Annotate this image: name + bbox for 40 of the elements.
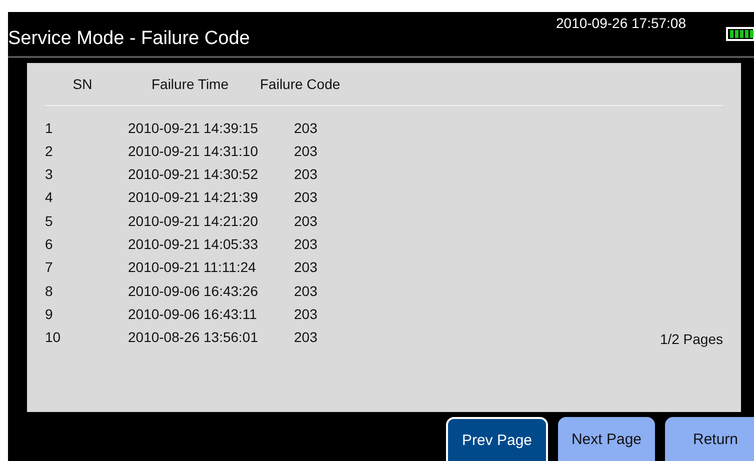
table-cell-text: 2010-09-21 14:30:52 (127, 166, 259, 182)
page-button[interactable]: Return (665, 417, 754, 461)
table-cell-text: 203 (293, 189, 318, 206)
table-cell-text: 2010-09-21 14:21:39 (127, 189, 259, 206)
table-cell-text: 2010-08-26 13:56:01 (127, 329, 259, 346)
battery-icon (726, 27, 754, 41)
table-cell-text: 2010-09-21 14:31:10 (127, 142, 259, 159)
table-cell-text: 7 (45, 259, 54, 276)
page-indicator: 1/2 Pages (660, 330, 723, 347)
table-cell-text: 2 (45, 142, 54, 159)
date-time: 2010-09-26 17:57:08 (556, 15, 686, 31)
table-cell-text: 2010-09-21 11:11:24 (127, 259, 257, 276)
table-cell-text: 203 (293, 212, 318, 229)
table-cell-text: 203 (293, 282, 318, 299)
table-cell-text: 203 (293, 306, 318, 322)
table-cell-text: 5 (45, 212, 54, 229)
table-cell-text: 2010-09-21 14:39:15 (127, 120, 259, 136)
page-button[interactable]: Prev Page (446, 417, 548, 461)
table-cell-text: 203 (293, 236, 318, 252)
table-cell-text: 4 (45, 189, 54, 206)
table-cell-text: 1 (45, 120, 54, 136)
table-cell-text: 203 (293, 120, 318, 136)
table-cell-text: 203 (293, 142, 318, 159)
table-cell-text: 203 (293, 166, 318, 182)
table-cell-text: 3 (45, 166, 54, 182)
page-button[interactable]: Next Page (558, 417, 655, 461)
table-cell-text: 2010-09-21 14:21:20 (127, 212, 259, 229)
column-header: SN (72, 76, 92, 92)
table-cell-text: 203 (293, 259, 318, 276)
window-title: Service Mode - Failure Code (8, 28, 250, 50)
table-cell-text: 203 (293, 329, 318, 346)
column-header: Failure Code (260, 76, 340, 92)
table-cell-text: 10 (45, 329, 62, 346)
table-cell-text: 8 (45, 282, 54, 299)
table-cell-text: 2010-09-06 16:43:11 (127, 306, 258, 322)
table-cell-text: 6 (45, 236, 54, 252)
column-header: Failure Time (151, 76, 229, 92)
table-cell-text: 2010-09-21 14:05:33 (127, 236, 259, 252)
table-cell-text: 9 (45, 306, 54, 322)
table-cell-text: 2010-09-06 16:43:26 (127, 282, 259, 299)
